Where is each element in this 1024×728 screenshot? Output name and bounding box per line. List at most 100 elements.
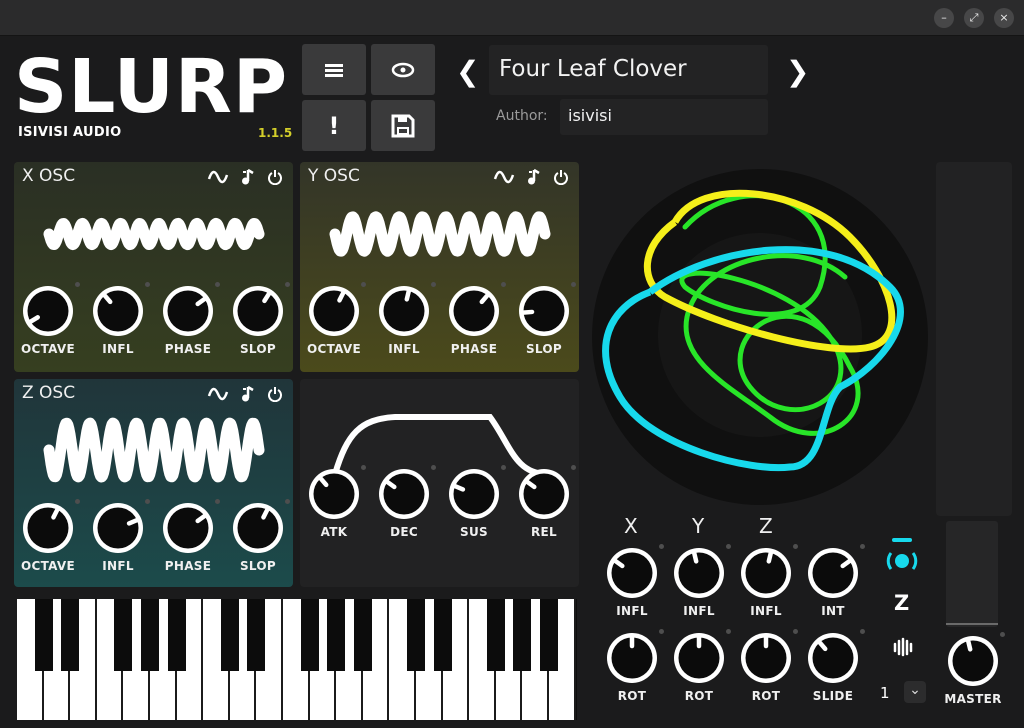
- window-titlebar: – ⤢ ×: [0, 0, 1024, 36]
- env-atk-knob[interactable]: [305, 465, 363, 523]
- x-osc-octave-knob[interactable]: [19, 282, 77, 340]
- plugin-window: SLURP ISIVISI AUDIO 1.1.5 ! ❮ Four Leaf …: [0, 37, 1024, 728]
- y-osc-infl-knob[interactable]: [375, 282, 433, 340]
- macro-panel: [936, 162, 1012, 516]
- waveform-select-icon[interactable]: [493, 170, 515, 184]
- mod-indicator: [501, 282, 506, 287]
- black-key[interactable]: [34, 599, 53, 671]
- x-osc-infl-knob[interactable]: [89, 282, 147, 340]
- mod-indicator: [431, 465, 436, 470]
- black-key[interactable]: [433, 599, 452, 671]
- mod-indicator: [571, 282, 576, 287]
- preset-name: Four Leaf Clover: [499, 56, 687, 82]
- y-osc-slop-knob[interactable]: [515, 282, 573, 340]
- alert-button[interactable]: !: [302, 100, 366, 151]
- prev-preset-button[interactable]: ❮: [456, 55, 479, 88]
- x-osc-phase-knob[interactable]: [159, 282, 217, 340]
- save-button[interactable]: [371, 100, 435, 151]
- black-key[interactable]: [407, 599, 425, 671]
- maximize-button[interactable]: ⤢: [964, 8, 984, 28]
- mod-indicator: [659, 629, 664, 634]
- black-key[interactable]: [327, 599, 346, 671]
- mod1-1-knob[interactable]: [670, 544, 728, 602]
- env-atk-label: ATK: [320, 525, 348, 539]
- x-osc-infl-label: INFL: [102, 342, 134, 356]
- fingerprint-icon[interactable]: [891, 635, 913, 657]
- black-key[interactable]: [540, 599, 558, 671]
- mod1-2-knob[interactable]: [737, 544, 795, 602]
- mod1-2-label: INFL: [750, 604, 782, 618]
- orbit-mode-icon[interactable]: [885, 535, 919, 575]
- xyz-visualizer: [592, 169, 928, 505]
- black-key[interactable]: [300, 599, 319, 671]
- author-field[interactable]: isivisi: [560, 99, 768, 135]
- note-sync-icon[interactable]: [527, 168, 541, 186]
- mod1-3-knob[interactable]: [804, 544, 862, 602]
- waveform-select-icon[interactable]: [207, 170, 229, 184]
- power-icon[interactable]: [553, 169, 569, 185]
- mod2-0-knob[interactable]: [603, 629, 661, 687]
- mod-indicator: [1000, 632, 1005, 637]
- minimize-icon: –: [941, 11, 947, 24]
- preset-name-box[interactable]: Four Leaf Clover: [489, 45, 768, 95]
- version-label: 1.1.5: [258, 126, 293, 140]
- x-axis-label: X: [624, 514, 638, 538]
- mod1-0-knob[interactable]: [603, 544, 661, 602]
- visualizer-toggle-button[interactable]: [371, 44, 435, 95]
- power-icon[interactable]: [267, 386, 283, 402]
- mod1-1-label: INFL: [683, 604, 715, 618]
- mod2-3-knob[interactable]: [804, 629, 862, 687]
- black-key[interactable]: [167, 599, 186, 671]
- power-icon[interactable]: [267, 169, 283, 185]
- black-key[interactable]: [61, 599, 80, 671]
- z-mode-button[interactable]: Z: [894, 591, 909, 615]
- author-value: isivisi: [568, 106, 612, 125]
- z-osc-phase-knob[interactable]: [159, 499, 217, 557]
- black-key[interactable]: [486, 599, 505, 671]
- env-dec-knob[interactable]: [375, 465, 433, 523]
- black-key[interactable]: [513, 599, 532, 671]
- mod2-0-label: ROT: [617, 689, 647, 703]
- z-osc-slop-knob[interactable]: [229, 499, 287, 557]
- y-osc-phase-label: PHASE: [450, 342, 498, 356]
- z-osc-octave-label: OCTAVE: [20, 559, 76, 573]
- alert-icon: !: [328, 111, 340, 140]
- env-sus-knob[interactable]: [445, 465, 503, 523]
- black-key[interactable]: [220, 599, 239, 671]
- mod-indicator: [215, 282, 220, 287]
- mod2-1-knob[interactable]: [670, 629, 728, 687]
- menu-button[interactable]: [302, 44, 366, 95]
- mod-indicator: [571, 465, 576, 470]
- note-sync-icon[interactable]: [241, 168, 255, 186]
- piano-keyboard[interactable]: [17, 599, 577, 720]
- waveform-select-icon[interactable]: [207, 387, 229, 401]
- mod2-2-knob[interactable]: [737, 629, 795, 687]
- x-osc-slop-knob[interactable]: [229, 282, 287, 340]
- note-sync-icon[interactable]: [241, 385, 255, 403]
- black-key[interactable]: [353, 599, 372, 671]
- x-osc-waveform: [43, 217, 265, 251]
- mod-indicator: [659, 544, 664, 549]
- mod-indicator: [793, 629, 798, 634]
- black-key[interactable]: [114, 599, 133, 671]
- eye-icon: [391, 62, 415, 77]
- mod-indicator: [501, 465, 506, 470]
- close-button[interactable]: ×: [994, 8, 1014, 28]
- x-osc-octave-label: OCTAVE: [20, 342, 76, 356]
- mod2-2-label: ROT: [751, 689, 781, 703]
- z-osc-octave-knob[interactable]: [19, 499, 77, 557]
- mod-indicator: [361, 282, 366, 287]
- mod-indicator: [726, 629, 731, 634]
- env-rel-knob[interactable]: [515, 465, 573, 523]
- y-osc-octave-knob[interactable]: [305, 282, 363, 340]
- master-knob[interactable]: [944, 632, 1002, 690]
- minimize-button[interactable]: –: [934, 8, 954, 28]
- z-osc-infl-knob[interactable]: [89, 499, 147, 557]
- voice-count-dropdown[interactable]: ⌄: [904, 681, 926, 703]
- close-icon: ×: [999, 11, 1009, 24]
- save-icon: [391, 114, 415, 137]
- black-key[interactable]: [247, 599, 266, 671]
- y-osc-phase-knob[interactable]: [445, 282, 503, 340]
- next-preset-button[interactable]: ❯: [786, 55, 809, 88]
- black-key[interactable]: [141, 599, 159, 671]
